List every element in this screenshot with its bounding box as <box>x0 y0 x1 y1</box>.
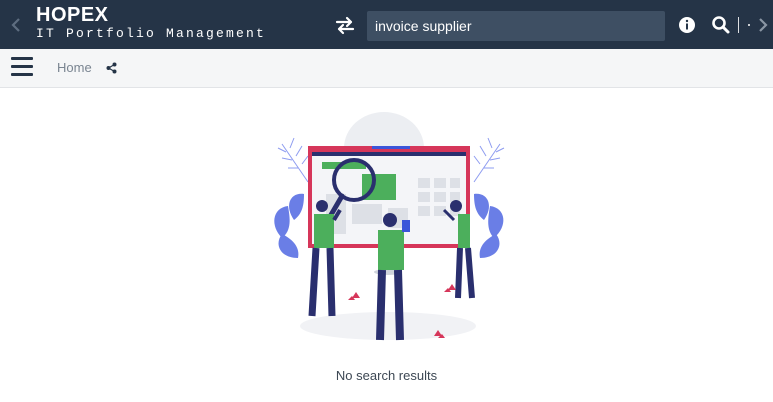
empty-results-message: No search results <box>335 368 438 383</box>
top-bar: HOPEX IT Portfolio Management <box>0 0 773 49</box>
menu-dot <box>748 24 750 26</box>
breadcrumb-home[interactable]: Home <box>57 60 92 75</box>
app-subtitle: IT Portfolio Management <box>36 26 267 41</box>
search-input[interactable] <box>367 11 665 41</box>
app-logo[interactable]: HOPEX IT Portfolio Management <box>36 4 267 42</box>
breadcrumb-bar: Home <box>0 49 773 88</box>
empty-state-illustration <box>268 108 512 354</box>
hamburger-menu-icon[interactable] <box>11 57 33 77</box>
info-icon[interactable] <box>678 16 696 34</box>
swap-arrows-icon[interactable] <box>333 13 357 37</box>
chevron-left-icon[interactable] <box>9 13 23 37</box>
search-icon[interactable] <box>711 15 731 35</box>
header-separator <box>738 17 739 33</box>
share-icon[interactable] <box>106 61 117 74</box>
search-field[interactable] <box>367 11 665 41</box>
app-name: HOPEX <box>36 4 109 26</box>
chevron-right-icon[interactable] <box>756 13 770 37</box>
